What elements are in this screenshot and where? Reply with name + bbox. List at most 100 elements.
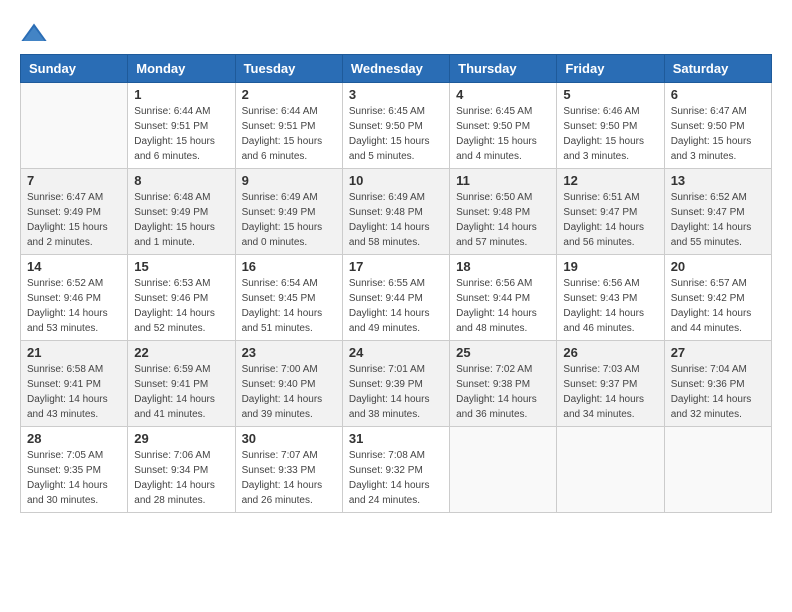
calendar-day-cell: 17Sunrise: 6:55 AM Sunset: 9:44 PM Dayli…	[342, 255, 449, 341]
day-number: 2	[242, 87, 336, 102]
day-info: Sunrise: 6:59 AM Sunset: 9:41 PM Dayligh…	[134, 362, 228, 422]
day-info: Sunrise: 7:08 AM Sunset: 9:32 PM Dayligh…	[349, 448, 443, 508]
calendar-day-cell: 30Sunrise: 7:07 AM Sunset: 9:33 PM Dayli…	[235, 427, 342, 513]
calendar-day-cell: 13 Sunrise: 6:52 AM Sunset: 9:47 PM Dayli…	[664, 169, 771, 255]
calendar-header-row: SundayMondayTuesdayWednesdayThursdayFrid…	[21, 55, 772, 83]
day-info: Sunrise: 7:00 AM Sunset: 9:40 PM Dayligh…	[242, 362, 336, 422]
calendar-week-row: 7 Sunrise: 6:47 AM Sunset: 9:49 PM Daylig…	[21, 169, 772, 255]
day-info: Sunrise: 6:53 AM Sunset: 9:46 PM Dayligh…	[134, 276, 228, 336]
calendar-day-cell	[21, 83, 128, 169]
day-info: Sunrise: 6:47 AM Sunset: 9:49 PM Dayligh…	[27, 190, 121, 250]
calendar-header-monday: Monday	[128, 55, 235, 83]
calendar-day-cell: 19 Sunrise: 6:56 AM Sunset: 9:43 PM Dayli…	[557, 255, 664, 341]
day-info: Sunrise: 6:47 AM Sunset: 9:50 PM Dayligh…	[671, 104, 765, 164]
day-number: 21	[27, 345, 121, 360]
calendar-day-cell: 10 Sunrise: 6:49 AM Sunset: 9:48 PM Dayli…	[342, 169, 449, 255]
calendar-day-cell: 5 Sunrise: 6:46 AM Sunset: 9:50 PM Daylig…	[557, 83, 664, 169]
day-number: 25	[456, 345, 550, 360]
calendar-day-cell: 26Sunrise: 7:03 AM Sunset: 9:37 PM Dayli…	[557, 341, 664, 427]
day-number: 27	[671, 345, 765, 360]
day-number: 18	[456, 259, 550, 274]
day-info: Sunrise: 6:46 AM Sunset: 9:50 PM Dayligh…	[563, 104, 657, 164]
day-info: Sunrise: 6:49 AM Sunset: 9:48 PM Dayligh…	[349, 190, 443, 250]
calendar-day-cell: 3Sunrise: 6:45 AM Sunset: 9:50 PM Daylig…	[342, 83, 449, 169]
calendar-header-thursday: Thursday	[450, 55, 557, 83]
logo	[20, 20, 52, 48]
day-info: Sunrise: 6:56 AM Sunset: 9:44 PM Dayligh…	[456, 276, 550, 336]
calendar-day-cell: 21 Sunrise: 6:58 AM Sunset: 9:41 PM Dayli…	[21, 341, 128, 427]
day-info: Sunrise: 6:57 AM Sunset: 9:42 PM Dayligh…	[671, 276, 765, 336]
day-info: Sunrise: 6:51 AM Sunset: 9:47 PM Dayligh…	[563, 190, 657, 250]
calendar-week-row: 1 Sunrise: 6:44 AM Sunset: 9:51 PM Daylig…	[21, 83, 772, 169]
calendar-week-row: 14Sunrise: 6:52 AM Sunset: 9:46 PM Dayli…	[21, 255, 772, 341]
calendar-day-cell: 11 Sunrise: 6:50 AM Sunset: 9:48 PM Dayli…	[450, 169, 557, 255]
calendar-day-cell: 27 Sunrise: 7:04 AM Sunset: 9:36 PM Dayli…	[664, 341, 771, 427]
day-info: Sunrise: 6:50 AM Sunset: 9:48 PM Dayligh…	[456, 190, 550, 250]
calendar-day-cell: 9 Sunrise: 6:49 AM Sunset: 9:49 PM Daylig…	[235, 169, 342, 255]
day-info: Sunrise: 7:05 AM Sunset: 9:35 PM Dayligh…	[27, 448, 121, 508]
day-info: Sunrise: 6:45 AM Sunset: 9:50 PM Dayligh…	[456, 104, 550, 164]
day-info: Sunrise: 7:04 AM Sunset: 9:36 PM Dayligh…	[671, 362, 765, 422]
day-number: 1	[134, 87, 228, 102]
calendar-day-cell: 18 Sunrise: 6:56 AM Sunset: 9:44 PM Dayli…	[450, 255, 557, 341]
day-info: Sunrise: 6:44 AM Sunset: 9:51 PM Dayligh…	[242, 104, 336, 164]
calendar-day-cell: 12 Sunrise: 6:51 AM Sunset: 9:47 PM Dayli…	[557, 169, 664, 255]
calendar-day-cell: 28 Sunrise: 7:05 AM Sunset: 9:35 PM Dayli…	[21, 427, 128, 513]
calendar-week-row: 28 Sunrise: 7:05 AM Sunset: 9:35 PM Dayli…	[21, 427, 772, 513]
day-number: 7	[27, 173, 121, 188]
day-number: 17	[349, 259, 443, 274]
day-info: Sunrise: 6:49 AM Sunset: 9:49 PM Dayligh…	[242, 190, 336, 250]
day-number: 11	[456, 173, 550, 188]
calendar-header-friday: Friday	[557, 55, 664, 83]
calendar-header-tuesday: Tuesday	[235, 55, 342, 83]
day-number: 26	[563, 345, 657, 360]
calendar-header-saturday: Saturday	[664, 55, 771, 83]
calendar-day-cell	[450, 427, 557, 513]
day-number: 15	[134, 259, 228, 274]
day-info: Sunrise: 7:02 AM Sunset: 9:38 PM Dayligh…	[456, 362, 550, 422]
calendar-header-wednesday: Wednesday	[342, 55, 449, 83]
calendar-day-cell: 6 Sunrise: 6:47 AM Sunset: 9:50 PM Daylig…	[664, 83, 771, 169]
calendar-body: 1 Sunrise: 6:44 AM Sunset: 9:51 PM Daylig…	[21, 83, 772, 513]
day-number: 13	[671, 173, 765, 188]
calendar-day-cell: 22 Sunrise: 6:59 AM Sunset: 9:41 PM Dayli…	[128, 341, 235, 427]
calendar-day-cell: 23Sunrise: 7:00 AM Sunset: 9:40 PM Dayli…	[235, 341, 342, 427]
calendar-day-cell: 29Sunrise: 7:06 AM Sunset: 9:34 PM Dayli…	[128, 427, 235, 513]
day-number: 28	[27, 431, 121, 446]
calendar-day-cell: 24Sunrise: 7:01 AM Sunset: 9:39 PM Dayli…	[342, 341, 449, 427]
day-number: 19	[563, 259, 657, 274]
day-number: 20	[671, 259, 765, 274]
page-header	[20, 20, 772, 48]
day-number: 5	[563, 87, 657, 102]
day-number: 10	[349, 173, 443, 188]
calendar-day-cell: 15 Sunrise: 6:53 AM Sunset: 9:46 PM Dayli…	[128, 255, 235, 341]
day-number: 12	[563, 173, 657, 188]
day-number: 3	[349, 87, 443, 102]
day-number: 14	[27, 259, 121, 274]
day-number: 31	[349, 431, 443, 446]
calendar-day-cell: 1 Sunrise: 6:44 AM Sunset: 9:51 PM Daylig…	[128, 83, 235, 169]
day-info: Sunrise: 6:54 AM Sunset: 9:45 PM Dayligh…	[242, 276, 336, 336]
calendar-day-cell: 2 Sunrise: 6:44 AM Sunset: 9:51 PM Daylig…	[235, 83, 342, 169]
day-info: Sunrise: 7:01 AM Sunset: 9:39 PM Dayligh…	[349, 362, 443, 422]
calendar-week-row: 21 Sunrise: 6:58 AM Sunset: 9:41 PM Dayli…	[21, 341, 772, 427]
logo-icon	[20, 20, 48, 48]
calendar-day-cell	[664, 427, 771, 513]
calendar-day-cell: 4Sunrise: 6:45 AM Sunset: 9:50 PM Daylig…	[450, 83, 557, 169]
day-number: 30	[242, 431, 336, 446]
day-number: 9	[242, 173, 336, 188]
day-info: Sunrise: 6:52 AM Sunset: 9:47 PM Dayligh…	[671, 190, 765, 250]
calendar-day-cell: 25 Sunrise: 7:02 AM Sunset: 9:38 PM Dayli…	[450, 341, 557, 427]
calendar-day-cell: 16 Sunrise: 6:54 AM Sunset: 9:45 PM Dayli…	[235, 255, 342, 341]
day-number: 22	[134, 345, 228, 360]
day-info: Sunrise: 6:56 AM Sunset: 9:43 PM Dayligh…	[563, 276, 657, 336]
day-info: Sunrise: 6:58 AM Sunset: 9:41 PM Dayligh…	[27, 362, 121, 422]
day-number: 8	[134, 173, 228, 188]
calendar-day-cell: 31 Sunrise: 7:08 AM Sunset: 9:32 PM Dayli…	[342, 427, 449, 513]
day-number: 29	[134, 431, 228, 446]
day-number: 16	[242, 259, 336, 274]
day-number: 6	[671, 87, 765, 102]
calendar-header-sunday: Sunday	[21, 55, 128, 83]
day-info: Sunrise: 6:44 AM Sunset: 9:51 PM Dayligh…	[134, 104, 228, 164]
calendar-day-cell	[557, 427, 664, 513]
